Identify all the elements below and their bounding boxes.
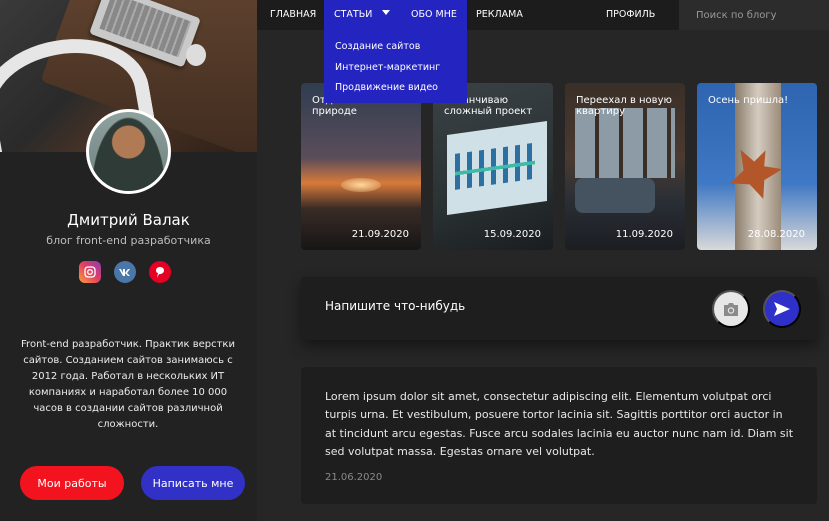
nav-about[interactable]: ОБО МНЕ	[411, 0, 457, 30]
profile-sidebar: Дмитрий Валак блог front-end разработчик…	[0, 0, 257, 521]
dropdown-item-marketing[interactable]: Интернет-маркетинг	[324, 60, 467, 81]
nav-ads[interactable]: РЕКЛАМА	[476, 0, 523, 30]
card-image-sofa	[575, 178, 655, 213]
profile-name: Дмитрий Валак	[67, 211, 190, 229]
instagram-icon[interactable]	[79, 261, 101, 283]
send-button[interactable]	[763, 290, 801, 328]
profile-about: Front-end разработчик. Практик верстки с…	[21, 339, 235, 430]
profile-subtitle: блог front-end разработчика	[46, 234, 211, 247]
post-card[interactable]: Отдыхаю на природе 21.09.2020	[301, 83, 421, 250]
dropdown-item-video[interactable]: Продвижение видео	[324, 80, 467, 101]
composer-input[interactable]	[325, 299, 705, 313]
blog-post: Lorem ipsum dolor sit amet, consectetur …	[301, 367, 817, 504]
page: Дмитрий Валак блог front-end разработчик…	[0, 0, 829, 521]
card-date: 11.09.2020	[615, 229, 673, 240]
avatar	[86, 109, 171, 194]
post-composer	[301, 277, 817, 340]
card-date: 28.08.2020	[747, 229, 805, 240]
top-navigation: ГЛАВНАЯ СТАТЬИ ОБО МНЕ РЕКЛАМА ПРОФИЛЬ	[257, 0, 829, 30]
post-card[interactable]: Заканчиваю сложный проект 15.09.2020	[433, 83, 553, 250]
card-image	[575, 108, 675, 178]
my-works-button[interactable]: Мои работы	[20, 466, 124, 500]
card-title: Переехал в новую квартиру	[576, 95, 672, 117]
send-icon	[774, 302, 790, 316]
attach-photo-button[interactable]	[712, 290, 750, 328]
post-date: 21.06.2020	[325, 472, 383, 483]
post-text: Lorem ipsum dolor sit amet, consectetur …	[325, 390, 794, 458]
search-input[interactable]	[679, 0, 829, 30]
write-me-button[interactable]: Написать мне	[141, 466, 245, 500]
chevron-down-icon	[382, 10, 391, 15]
post-card[interactable]: Переехал в новую квартиру 11.09.2020	[565, 83, 685, 250]
pinterest-icon[interactable]	[149, 261, 171, 283]
card-date: 21.09.2020	[351, 229, 409, 240]
card-image	[447, 120, 547, 216]
nav-articles-label: СТАТЬИ	[334, 9, 373, 20]
card-date: 15.09.2020	[483, 229, 541, 240]
dropdown-item-sites[interactable]: Создание сайтов	[324, 39, 467, 60]
card-image	[341, 178, 381, 192]
articles-dropdown: Создание сайтов Интернет-маркетинг Продв…	[324, 30, 467, 103]
camera-icon	[724, 302, 738, 316]
social-links	[79, 261, 171, 283]
nav-home[interactable]: ГЛАВНАЯ	[270, 0, 316, 30]
post-card[interactable]: Осень пришла! 28.08.2020	[697, 83, 817, 250]
card-title: Осень пришла!	[708, 95, 789, 106]
vk-icon[interactable]	[114, 261, 136, 283]
nav-profile[interactable]: ПРОФИЛЬ	[606, 0, 655, 30]
